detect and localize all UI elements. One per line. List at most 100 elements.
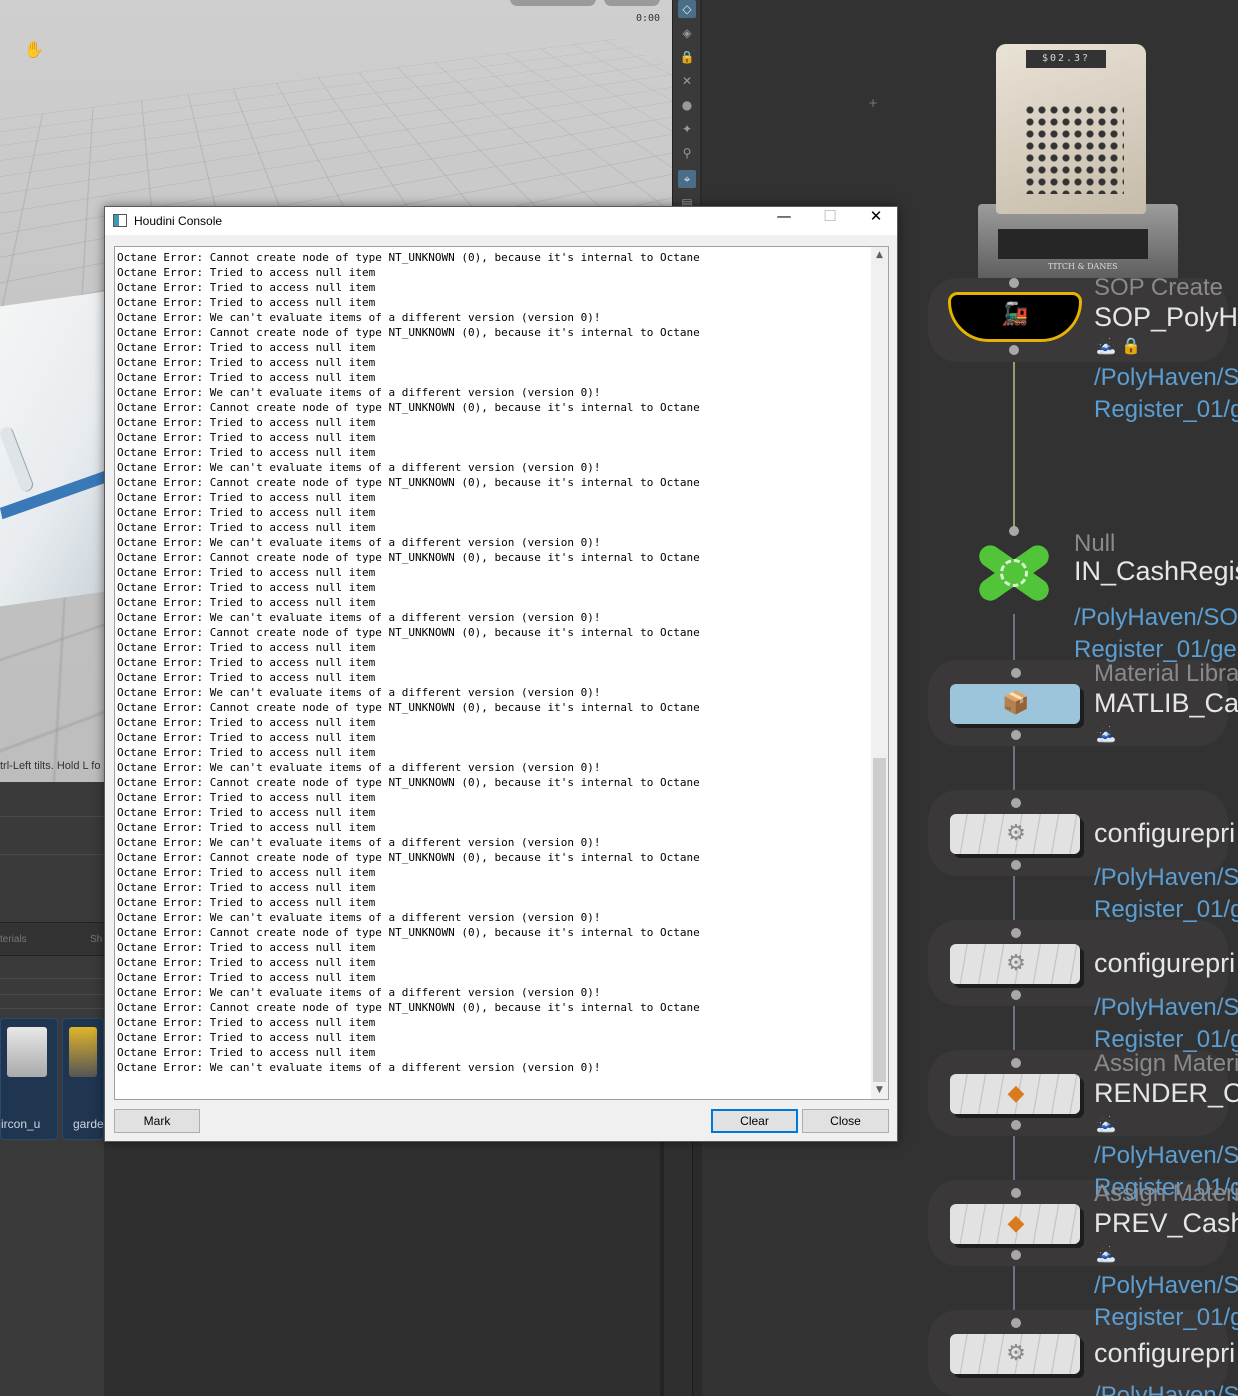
node-name-label[interactable]: configurepri (1094, 948, 1235, 979)
maximize-button[interactable]: ☐ (807, 207, 853, 235)
node-input-port[interactable] (1011, 1318, 1021, 1328)
light-icon[interactable]: ✦ (678, 120, 696, 138)
network-cursor-cross: + (868, 96, 879, 110)
console-log-line: Octane Error: Tried to access null item (117, 431, 376, 444)
cash-register-counter: $02.3? (1026, 50, 1106, 68)
console-log-line: Octane Error: Tried to access null item (117, 581, 376, 594)
console-log-line: Octane Error: Cannot create node of type… (117, 251, 700, 264)
console-log-line: Octane Error: We can't evaluate items of… (117, 386, 601, 399)
view-camera-icon[interactable]: ◇ (678, 0, 696, 18)
node-output-port[interactable] (1011, 730, 1021, 740)
console-log[interactable]: Octane Error: Cannot create node of type… (114, 246, 889, 1100)
null-center-icon (1000, 559, 1028, 587)
node-path-line: /PolyHaven/S (1094, 1382, 1238, 1396)
lock-icon[interactable]: 🔒 (678, 48, 696, 66)
tab-materials[interactable]: terials (0, 934, 27, 945)
console-log-line: Octane Error: Tried to access null item (117, 371, 376, 384)
pane-splitter[interactable] (692, 1140, 702, 1396)
pane-divider[interactable] (660, 1142, 664, 1396)
node-input-port[interactable] (1011, 668, 1021, 678)
node-output-port[interactable] (1011, 990, 1021, 1000)
scroll-up-arrow-icon[interactable]: ▲ (871, 247, 888, 264)
console-log-line: Octane Error: Tried to access null item (117, 641, 376, 654)
tab-shaders[interactable]: Sh (90, 934, 102, 945)
node-name-label[interactable]: IN_CashRegis (1074, 556, 1238, 587)
node-assign-material[interactable]: ◆ (950, 1058, 1080, 1130)
console-log-line: Octane Error: Tried to access null item (117, 746, 376, 759)
asset-thumbnail[interactable]: garde (62, 1018, 104, 1140)
houdini-workspace: ✋ 0:00 trl-Left tilts. Hold L fo ◇ ◈ 🔒 ✕… (0, 0, 1238, 1396)
sphere-icon[interactable]: ● (678, 96, 696, 114)
clear-button[interactable]: Clear (711, 1109, 798, 1133)
assign-material-icon: ◆ (1007, 1211, 1025, 1236)
viewport-top-pill[interactable] (604, 0, 660, 6)
node-output-port[interactable] (1009, 345, 1019, 355)
node-assign-material[interactable]: ◆ (950, 1188, 1080, 1260)
console-scrollbar[interactable]: ▲ ▼ (871, 247, 888, 1099)
dialog-title: Houdini Console (134, 214, 223, 228)
node-path-line: Register_01/g (1094, 896, 1238, 923)
node-output-port[interactable] (1011, 1120, 1021, 1130)
mark-button[interactable]: Mark (114, 1109, 200, 1133)
console-log-line: Octane Error: We can't evaluate items of… (117, 911, 601, 924)
node-input-port[interactable] (1011, 798, 1021, 808)
node-configure-primitive[interactable]: ⚙ (950, 1318, 1080, 1374)
cash-register-preview: $02.3? TITCH & DANES (978, 34, 1178, 284)
pin-icon[interactable]: ⚲ (678, 144, 696, 162)
console-log-line: Octane Error: Tried to access null item (117, 356, 376, 369)
panel-divider (0, 816, 104, 817)
scroll-thumb[interactable] (873, 758, 886, 1082)
asset-thumbnail[interactable]: ircon_u (0, 1018, 58, 1140)
minimize-button[interactable]: — (761, 207, 807, 235)
console-log-line: Octane Error: Tried to access null item (117, 791, 376, 804)
asset-tabs: terials Sh (0, 922, 104, 956)
node-name-label[interactable]: PREV_CashF (1094, 1208, 1238, 1239)
node-path-line: /PolyHaven/S (1094, 364, 1238, 391)
node-input-port[interactable] (1011, 1188, 1021, 1198)
snap-icon[interactable]: ⌖ (678, 170, 696, 188)
console-log-line: Octane Error: Cannot create node of type… (117, 701, 700, 714)
node-input-port[interactable] (1011, 928, 1021, 938)
node-configure-primitive[interactable]: ⚙ (950, 928, 1080, 1000)
node-output-port[interactable] (1011, 860, 1021, 870)
node-name-label[interactable]: MATLIB_Cas (1094, 688, 1238, 719)
node-path-line: /PolyHaven/SO (1074, 604, 1238, 631)
panel-divider (0, 1008, 104, 1009)
houdini-console-dialog: Houdini Console — ☐ ✕ Octane Error: Cann… (104, 206, 898, 1142)
close-window-button[interactable]: ✕ (853, 207, 899, 235)
close-button[interactable]: Close (802, 1109, 889, 1133)
node-sop-create[interactable]: 🚂 (948, 292, 1082, 342)
console-log-line: Octane Error: Tried to access null item (117, 731, 376, 744)
node-name-label[interactable]: configurepri (1094, 1338, 1235, 1369)
train-icon: 🚂 (1001, 302, 1029, 327)
node-null[interactable] (964, 538, 1064, 608)
console-log-line: Octane Error: Cannot create node of type… (117, 776, 700, 789)
dialog-title-bar[interactable]: Houdini Console — ☐ ✕ (105, 207, 897, 235)
close-view-icon[interactable]: ✕ (678, 72, 696, 90)
node-name-label[interactable]: configurepri (1094, 818, 1235, 849)
material-library-icon: 📦 (1002, 691, 1030, 716)
viewport-timecode: 0:00 (636, 13, 661, 24)
node-name-label[interactable]: RENDER_Ca (1094, 1078, 1238, 1109)
shading-icon[interactable]: ◈ (678, 24, 696, 42)
node-flags: 🗻 (1096, 1114, 1116, 1133)
node-input-port[interactable] (1009, 278, 1019, 288)
node-name-label[interactable]: SOP_PolyHa (1094, 302, 1238, 333)
node-output-port[interactable] (1011, 1250, 1021, 1260)
scroll-down-arrow-icon[interactable]: ▼ (871, 1082, 888, 1099)
houdini-console-icon (113, 214, 127, 227)
node-configure-primitive[interactable]: ⚙ (950, 798, 1080, 870)
viewport-top-pill[interactable] (510, 0, 596, 6)
console-log-line: Octane Error: We can't evaluate items of… (117, 461, 601, 474)
console-log-line: Octane Error: Tried to access null item (117, 596, 376, 609)
console-log-line: Octane Error: Tried to access null item (117, 1046, 376, 1059)
node-material-library[interactable]: 📦 (950, 668, 1080, 740)
node-input-port[interactable] (1011, 1058, 1021, 1068)
node-input-port[interactable] (1009, 526, 1019, 536)
console-log-line: Octane Error: Tried to access null item (117, 821, 376, 834)
garden-tool-thumbnail (69, 1027, 97, 1077)
configure-primitive-icon: ⚙ (1006, 1341, 1026, 1366)
console-log-line: Octane Error: Cannot create node of type… (117, 476, 700, 489)
node-flags: 🗻 🔒 (1096, 336, 1141, 355)
air-conditioner-thumbnail (7, 1027, 47, 1077)
